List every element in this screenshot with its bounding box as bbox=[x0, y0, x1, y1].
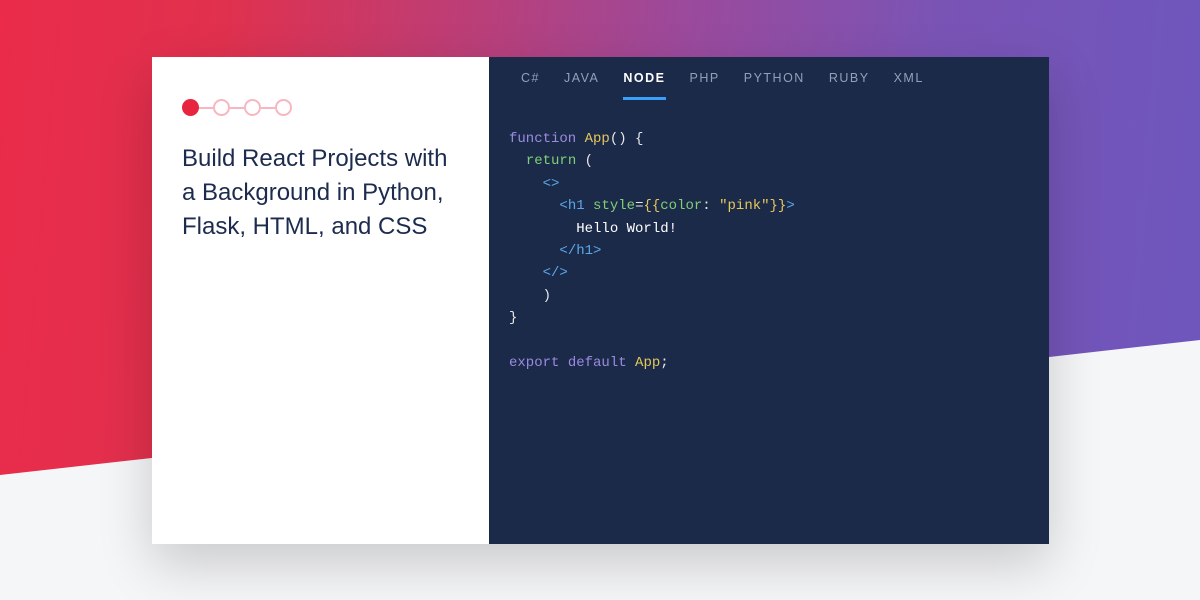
code-token: () { bbox=[610, 131, 644, 147]
code-token bbox=[585, 198, 593, 214]
tab-csharp[interactable]: C# bbox=[521, 71, 540, 100]
progress-connector bbox=[261, 107, 275, 109]
code-token: "pink" bbox=[719, 198, 769, 214]
code-token: }} bbox=[770, 198, 787, 214]
code-token: h1 bbox=[568, 198, 585, 214]
code-token: </ bbox=[559, 243, 576, 259]
progress-connector bbox=[199, 107, 213, 109]
tab-xml[interactable]: XML bbox=[894, 71, 924, 100]
code-token: ) bbox=[543, 288, 551, 304]
code-token: {{ bbox=[643, 198, 660, 214]
progress-step-4 bbox=[275, 99, 292, 116]
language-tab-bar: C# JAVA NODE PHP PYTHON RUBY XML bbox=[489, 57, 1049, 100]
code-token: h1 bbox=[576, 243, 593, 259]
code-editor[interactable]: function App() { return ( <> <h1 style={… bbox=[489, 100, 1049, 544]
code-token: ; bbox=[660, 355, 668, 371]
code-token: return bbox=[526, 153, 576, 169]
code-token: Hello World! bbox=[576, 221, 677, 237]
code-panel: C# JAVA NODE PHP PYTHON RUBY XML functio… bbox=[489, 57, 1049, 544]
code-token: < bbox=[559, 198, 567, 214]
tab-python[interactable]: PYTHON bbox=[744, 71, 805, 100]
code-token: : bbox=[702, 198, 719, 214]
tab-java[interactable]: JAVA bbox=[564, 71, 599, 100]
code-token: function bbox=[509, 131, 576, 147]
code-token: <> bbox=[543, 176, 560, 192]
code-token: > bbox=[786, 198, 794, 214]
code-token: style bbox=[593, 198, 635, 214]
code-token: } bbox=[509, 310, 517, 326]
progress-step-1 bbox=[182, 99, 199, 116]
page-title: Build React Projects with a Background i… bbox=[182, 142, 459, 244]
code-token: export bbox=[509, 355, 559, 371]
code-token: </> bbox=[543, 265, 568, 281]
code-token: > bbox=[593, 243, 601, 259]
code-token: App bbox=[635, 355, 660, 371]
progress-step-3 bbox=[244, 99, 261, 116]
code-token: default bbox=[568, 355, 627, 371]
tab-node[interactable]: NODE bbox=[623, 71, 665, 100]
tab-ruby[interactable]: RUBY bbox=[829, 71, 870, 100]
code-token: color bbox=[660, 198, 702, 214]
progress-indicator bbox=[182, 99, 459, 116]
code-token: App bbox=[585, 131, 610, 147]
progress-connector bbox=[230, 107, 244, 109]
progress-step-2 bbox=[213, 99, 230, 116]
content-card: Build React Projects with a Background i… bbox=[152, 57, 1049, 544]
code-token: ( bbox=[576, 153, 593, 169]
tab-php[interactable]: PHP bbox=[690, 71, 720, 100]
card-left-panel: Build React Projects with a Background i… bbox=[152, 57, 489, 544]
